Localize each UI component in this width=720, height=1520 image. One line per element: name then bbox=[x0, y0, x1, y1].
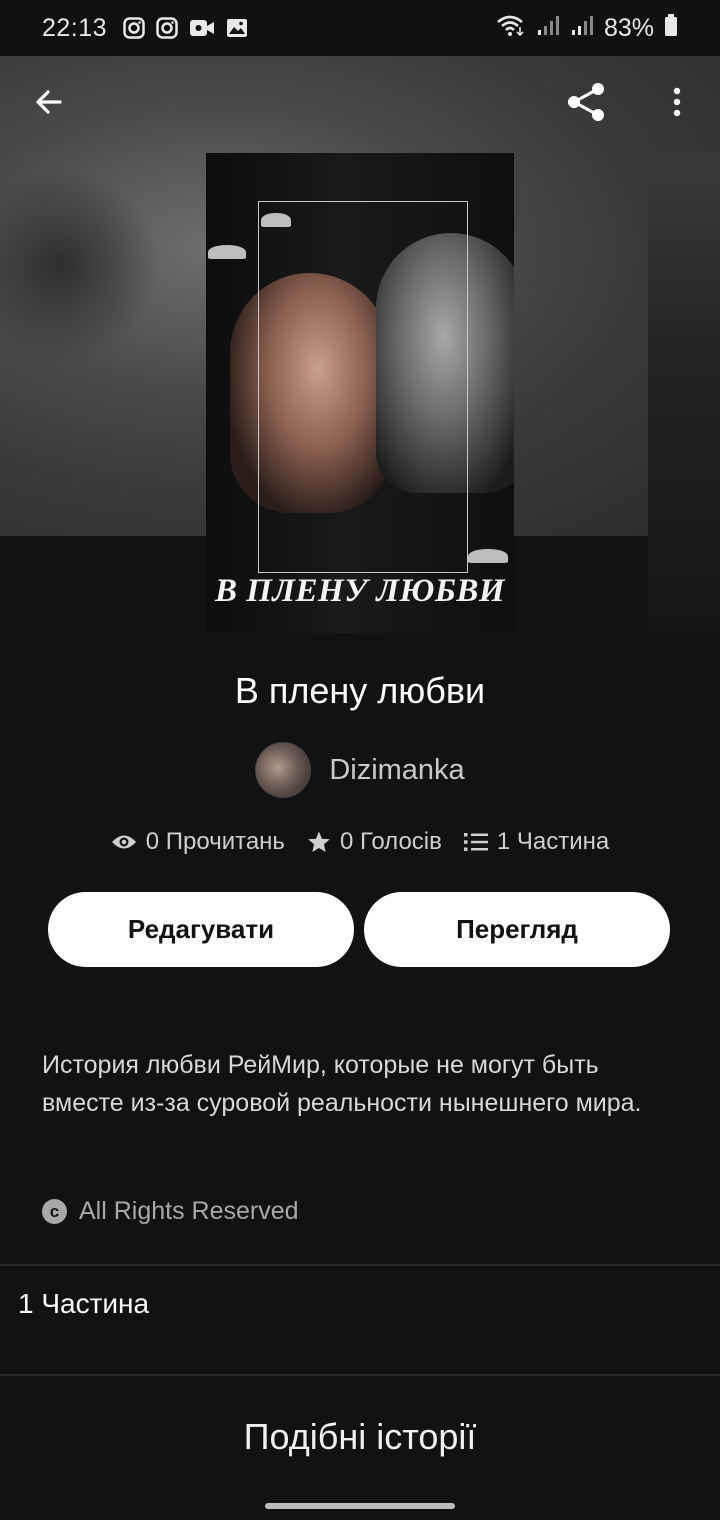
similar-stories-heading: Подібні історії bbox=[243, 1416, 477, 1457]
book-cover[interactable]: В ПЛЕНУ ЛЮБВИ bbox=[206, 153, 514, 633]
author-name[interactable]: Dizimanka bbox=[329, 754, 464, 787]
parts-stat: 1 Частина bbox=[463, 828, 610, 856]
author-row[interactable]: Dizimanka bbox=[0, 742, 720, 798]
votes-stat: 0 Голосів bbox=[307, 828, 442, 856]
bird-icon bbox=[261, 213, 291, 227]
video-call-icon bbox=[189, 17, 215, 39]
wifi-icon bbox=[496, 13, 526, 44]
gallery-icon bbox=[226, 17, 248, 39]
story-stats: 0 Прочитань 0 Голосів 1 Частина bbox=[0, 828, 720, 856]
status-bar: 22:13 83% bbox=[0, 0, 720, 56]
reads-count: 0 Прочитань bbox=[145, 828, 285, 855]
parts-list-item[interactable]: 1 Частина bbox=[18, 1288, 149, 1320]
battery-icon bbox=[664, 13, 678, 44]
cover-title: В ПЛЕНУ ЛЮБВИ bbox=[214, 573, 506, 609]
status-time: 22:13 bbox=[42, 13, 108, 42]
home-indicator[interactable] bbox=[265, 1503, 455, 1509]
bird-icon bbox=[208, 245, 246, 259]
author-avatar[interactable] bbox=[255, 742, 312, 798]
divider bbox=[0, 1374, 720, 1376]
edit-button[interactable]: Редагувати bbox=[48, 892, 354, 967]
battery-text: 83% bbox=[603, 13, 654, 42]
votes-count: 0 Голосів bbox=[339, 828, 442, 855]
copyright-text: All Rights Reserved bbox=[79, 1197, 299, 1225]
arrow-left-icon bbox=[33, 86, 65, 123]
cover-frame bbox=[258, 201, 468, 573]
next-book-cover[interactable] bbox=[648, 153, 720, 633]
instagram-icon bbox=[123, 17, 145, 39]
story-title: В плену любви bbox=[234, 670, 486, 711]
more-button[interactable] bbox=[649, 76, 705, 132]
parts-count: 1 Частина bbox=[496, 828, 610, 855]
reads-stat: 0 Прочитань bbox=[111, 828, 285, 856]
more-vertical-icon bbox=[672, 86, 682, 123]
list-icon bbox=[463, 832, 488, 852]
instagram-icon bbox=[156, 17, 178, 39]
signal-icon bbox=[536, 13, 560, 44]
eye-icon bbox=[111, 833, 137, 851]
share-icon bbox=[564, 80, 608, 129]
copyright-icon: c bbox=[42, 1199, 67, 1224]
bird-icon bbox=[468, 549, 508, 563]
star-icon bbox=[307, 830, 331, 854]
divider bbox=[0, 1264, 720, 1266]
share-button[interactable] bbox=[558, 76, 614, 132]
copyright-row: c All Rights Reserved bbox=[42, 1197, 299, 1226]
story-description: История любви РейМир, которые не могут б… bbox=[42, 1051, 642, 1117]
signal-icon bbox=[570, 13, 594, 44]
back-button[interactable] bbox=[21, 76, 77, 132]
preview-button[interactable]: Перегляд bbox=[364, 892, 670, 967]
